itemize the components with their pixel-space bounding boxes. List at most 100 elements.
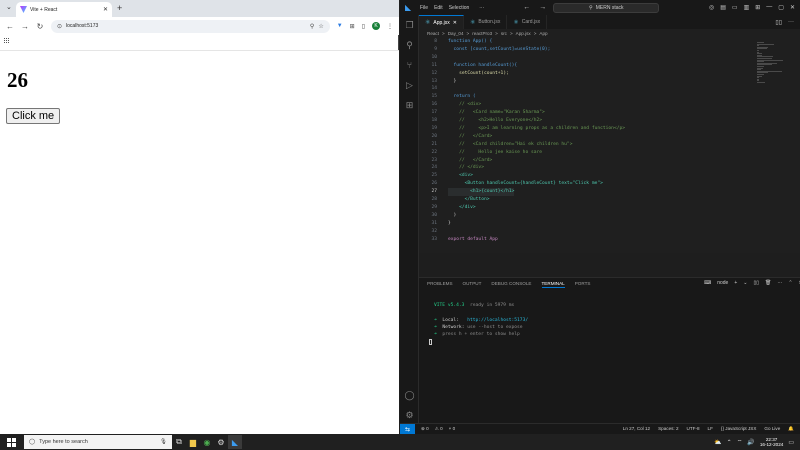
menu-file[interactable]: File bbox=[420, 5, 428, 11]
code-line[interactable]: setCount(count+1); bbox=[448, 70, 509, 78]
extension-vite-icon[interactable]: ▼ bbox=[337, 23, 343, 29]
back-arrow-icon[interactable]: ← bbox=[6, 22, 14, 31]
code-line[interactable]: const [count,setCount]=useState(0); bbox=[448, 46, 551, 54]
extensions-puzzle-icon[interactable]: ⊞ bbox=[350, 23, 355, 30]
status-go-live[interactable]: Go Live bbox=[764, 426, 780, 432]
tab-ports[interactable]: PORTS bbox=[575, 281, 591, 288]
code-line[interactable]: function App() { bbox=[448, 38, 492, 46]
weather-icon[interactable]: ⛅ bbox=[714, 439, 721, 446]
extensions-icon[interactable]: ⊞ bbox=[404, 100, 415, 111]
code-line[interactable]: // <h2>Hello Everyone</h2> bbox=[448, 117, 542, 125]
status-cursor-position[interactable]: Ln 27, Col 12 bbox=[623, 426, 650, 432]
more-actions-icon[interactable]: ··· bbox=[777, 280, 782, 286]
minimap[interactable] bbox=[753, 38, 800, 253]
sidepanel-icon[interactable]: ▯ bbox=[362, 23, 365, 30]
new-terminal-icon[interactable]: + bbox=[734, 280, 737, 286]
code-line[interactable]: // <Card name="Karan Sharma"> bbox=[448, 109, 545, 117]
click-me-button[interactable]: Click me bbox=[6, 108, 61, 124]
go-back-icon[interactable]: ← bbox=[523, 4, 530, 11]
tab-terminal[interactable]: TERMINAL bbox=[541, 281, 565, 288]
copilot-icon[interactable]: ◎ bbox=[709, 4, 714, 11]
split-terminal-icon[interactable]: ▯▯ bbox=[753, 280, 759, 286]
code-line[interactable]: // </Card> bbox=[448, 157, 492, 165]
windows-start-icon[interactable] bbox=[4, 436, 18, 448]
explorer-icon[interactable]: ❐ bbox=[404, 20, 415, 31]
run-debug-icon[interactable]: ▷ bbox=[404, 80, 415, 91]
status-warnings[interactable]: ⚠ 0 bbox=[435, 426, 443, 432]
code-line[interactable]: return ( bbox=[448, 93, 476, 101]
source-control-icon[interactable]: ⑂ bbox=[404, 60, 415, 71]
tab-button-jsx[interactable]: ⚛ Button.jsx bbox=[464, 15, 508, 29]
layout-secondary-icon[interactable]: ▥ bbox=[744, 4, 750, 11]
local-url[interactable]: http://localhost:5173/ bbox=[467, 318, 528, 323]
code-line[interactable]: } bbox=[448, 78, 457, 86]
site-info-icon[interactable]: ⊙ bbox=[57, 23, 62, 30]
browser-tab[interactable]: Vite + React ✕ bbox=[16, 2, 112, 17]
kill-terminal-icon[interactable]: 🗑 bbox=[765, 280, 771, 286]
task-view-icon[interactable]: ⧉ bbox=[172, 435, 186, 449]
breadcrumb-item[interactable]: App.jsx bbox=[516, 31, 531, 36]
chrome-menu-icon[interactable]: ⋮ bbox=[387, 23, 393, 30]
zoom-icon[interactable]: ⚲ bbox=[310, 23, 314, 30]
status-indentation[interactable]: Spaces: 2 bbox=[658, 426, 678, 432]
new-tab-button[interactable]: + bbox=[117, 3, 122, 13]
profile-avatar[interactable]: K bbox=[372, 22, 380, 30]
settings-gear-icon[interactable]: ⚙ bbox=[214, 435, 228, 449]
code-line[interactable]: // </div> bbox=[448, 164, 484, 172]
reload-icon[interactable]: ↻ bbox=[36, 22, 44, 31]
maximize-icon[interactable]: ▢ bbox=[778, 4, 784, 11]
address-bar[interactable]: ⊙ localhost:5173 ⚲ ☆ bbox=[51, 19, 330, 33]
layout-panel-icon[interactable]: ▭ bbox=[732, 4, 738, 11]
code-line[interactable]: // <div> bbox=[448, 101, 481, 109]
status-language[interactable]: {} JavaScript JSX bbox=[721, 426, 757, 432]
code-line[interactable]: </div> bbox=[448, 204, 476, 212]
chevron-down-icon[interactable]: ⌄ bbox=[743, 280, 747, 286]
chevron-up-icon[interactable]: ⌃ bbox=[727, 439, 732, 446]
search-icon[interactable]: ⚲ bbox=[404, 40, 415, 51]
customize-layout-icon[interactable]: ⊞ bbox=[755, 4, 760, 11]
code-line[interactable]: // Hello jee kaise ho sare bbox=[448, 149, 542, 157]
breadcrumb-item[interactable]: App bbox=[539, 31, 547, 36]
breadcrumb-item[interactable]: Day_04 bbox=[448, 31, 464, 36]
taskbar-search-box[interactable]: ◯ Type here to search 🎙 bbox=[24, 435, 172, 449]
terminal-cursor[interactable] bbox=[429, 339, 432, 345]
file-explorer-icon[interactable]: ▆ bbox=[186, 435, 200, 449]
status-ports[interactable]: ⑂ 0 bbox=[449, 426, 456, 432]
layout-sidebar-icon[interactable]: ▤ bbox=[720, 4, 726, 11]
account-icon[interactable]: ◯ bbox=[404, 390, 415, 401]
status-eol[interactable]: LF bbox=[708, 426, 713, 432]
code-line[interactable]: <h1>{count}</h1> bbox=[448, 188, 515, 196]
command-center[interactable]: ⚲ MERN stack bbox=[553, 2, 660, 13]
code-line[interactable]: export default App bbox=[448, 236, 498, 244]
tab-problems[interactable]: PROBLEMS bbox=[427, 281, 453, 288]
code-line[interactable]: // <p>I am learning props as a children … bbox=[448, 125, 625, 133]
chrome-icon[interactable]: ◉ bbox=[200, 435, 214, 449]
minimize-icon[interactable]: — bbox=[766, 4, 772, 11]
notifications-bell-icon[interactable]: 🔔 bbox=[788, 426, 794, 432]
remote-icon[interactable]: ⇆ bbox=[400, 423, 415, 435]
code-line[interactable]: function handleCount(){ bbox=[448, 62, 518, 70]
go-forward-icon[interactable]: → bbox=[539, 4, 546, 11]
tab-card-jsx[interactable]: ⚛ Card.jsx bbox=[507, 15, 548, 29]
breadcrumb-item[interactable]: src bbox=[501, 31, 507, 36]
split-editor-icon[interactable]: ▯▯ bbox=[775, 19, 782, 26]
more-actions-icon[interactable]: ··· bbox=[788, 19, 794, 25]
microphone-icon[interactable]: 🎙 bbox=[160, 439, 167, 445]
menu-selection[interactable]: Selection bbox=[449, 5, 470, 11]
breadcrumb-item[interactable]: React bbox=[427, 31, 439, 36]
code-editor[interactable]: function App() { const [count,setCount]=… bbox=[441, 38, 753, 253]
bookmark-star-icon[interactable]: ☆ bbox=[318, 23, 323, 30]
code-line[interactable]: // <Card children="Hai ek children hu"> bbox=[448, 141, 572, 149]
taskbar-clock[interactable]: 22:37 16-12-2024 bbox=[760, 437, 784, 448]
code-line[interactable]: <Button handleCount={handleCount} text="… bbox=[448, 180, 603, 188]
tab-output[interactable]: OUTPUT bbox=[463, 281, 482, 288]
apps-grid-icon[interactable] bbox=[4, 38, 10, 44]
close-tab-icon[interactable]: ✕ bbox=[103, 6, 108, 13]
manage-gear-icon[interactable]: ⚙ bbox=[404, 410, 415, 421]
code-line[interactable]: </Button> bbox=[448, 196, 490, 204]
notifications-icon[interactable]: ▭ bbox=[788, 439, 794, 446]
close-tab-icon[interactable]: ✕ bbox=[453, 20, 457, 26]
tab-app-jsx[interactable]: ⚛ App.jsx ✕ bbox=[419, 15, 464, 29]
volume-icon[interactable]: 🔊 bbox=[747, 439, 754, 446]
code-line[interactable]: } bbox=[448, 220, 451, 228]
